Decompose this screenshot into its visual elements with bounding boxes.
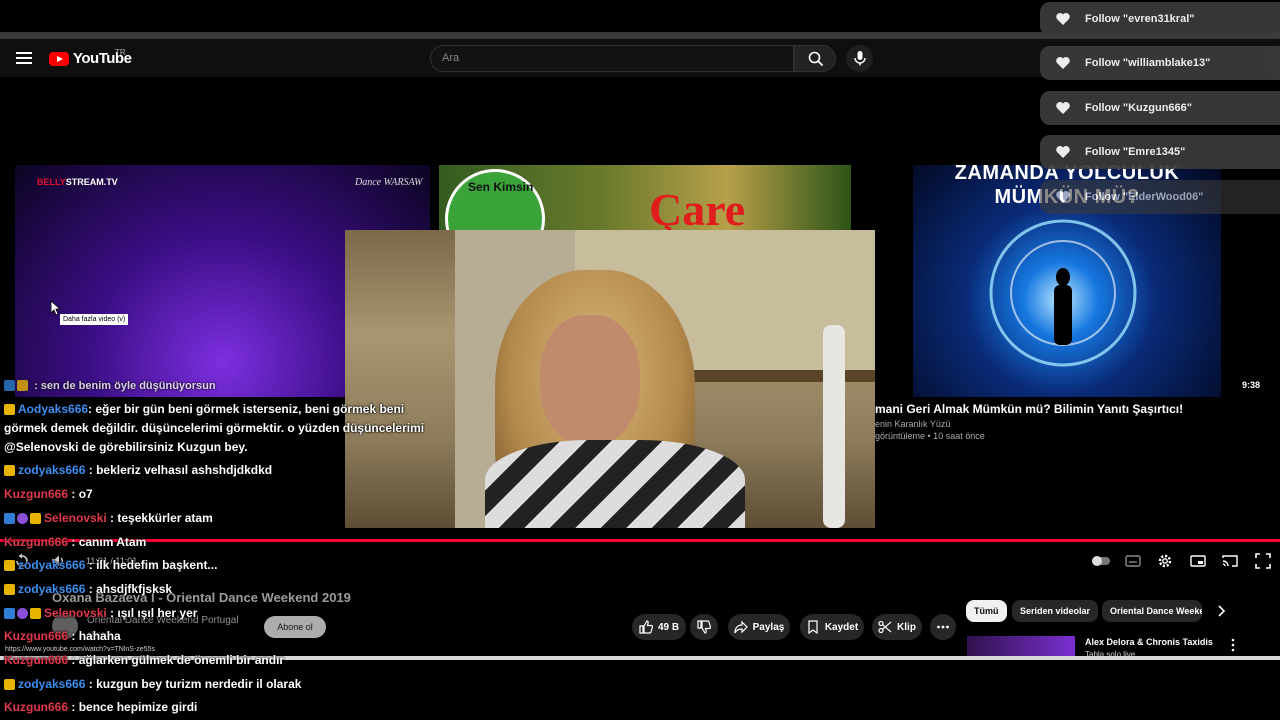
badge-icon <box>4 380 15 391</box>
chat-username: Aodyaks666 <box>18 402 89 416</box>
chat-message: zodyaks666 : kuzgun bey turizm nerdedir … <box>4 675 301 694</box>
crown-badge-icon <box>30 513 41 524</box>
chat-username: Selenovski <box>44 606 107 620</box>
chat-username: zodyaks666 <box>18 582 86 596</box>
crown-badge-icon <box>4 679 15 690</box>
crown-badge-icon <box>4 465 15 476</box>
crown-badge-icon <box>4 560 15 571</box>
subscriber-badge-icon <box>17 513 28 524</box>
chat-username: Selenovski <box>44 511 107 525</box>
chat-text: : teşekkürler atam <box>110 511 213 525</box>
chat-text: : sen de benim öyle düşünüyorsun <box>34 380 216 392</box>
chat-text: : hahaha <box>71 629 121 643</box>
chat-username: Kuzgun666 <box>4 535 69 549</box>
chat-message: Selenovski : ışıl ışıl her yer <box>4 604 197 623</box>
chat-username: Kuzgun666 <box>4 653 69 667</box>
chat-message: zodyaks666 : ilk hedefim başkent... <box>4 556 217 575</box>
chat-text: : ağlarken gülmek de önemli bir andır <box>71 653 285 667</box>
badge-icon <box>4 608 15 619</box>
crown-badge-icon <box>4 584 15 595</box>
chat-message: : sen de benim öyle düşünüyorsun <box>4 377 216 396</box>
chat-text: : canım Atam <box>71 535 147 549</box>
chat-message: Selenovski : teşekkürler atam <box>4 509 213 528</box>
chat-message: Kuzgun666 : o7 <box>4 485 93 504</box>
chat-username: zodyaks666 <box>18 463 86 477</box>
crown-badge-icon <box>4 404 15 415</box>
chat-username: zodyaks666 <box>18 558 86 572</box>
crown-badge-icon <box>17 380 28 391</box>
chat-text: : o7 <box>71 487 93 501</box>
chat-message: zodyaks666 : bekleriz velhasıl ashshdjdk… <box>4 461 272 480</box>
chat-message-long: Aodyaks666: eğer bir gün beni görmek ist… <box>4 400 444 457</box>
chat-username: zodyaks666 <box>18 677 86 691</box>
chat-overlay: : sen de benim öyle düşünüyorsun Aodyaks… <box>0 0 1280 720</box>
chat-username: Kuzgun666 <box>4 700 69 714</box>
crown-badge-icon <box>30 608 41 619</box>
chat-text: : ışıl ışıl her yer <box>110 606 198 620</box>
chat-message: Kuzgun666 : hahaha <box>4 627 121 646</box>
chat-message: zodyaks666 : ahsdjfkfjsksk <box>4 580 172 599</box>
chat-text: : bekleriz velhasıl ashshdjdkdkd <box>88 463 273 477</box>
chat-username: Kuzgun666 <box>4 487 69 501</box>
chat-text: : bence hepimize girdi <box>71 700 198 714</box>
chat-username: Kuzgun666 <box>4 629 69 643</box>
chat-message: Kuzgun666 : canım Atam <box>4 533 146 552</box>
chat-message: Kuzgun666 : ağlarken gülmek de önemli bi… <box>4 651 284 670</box>
chat-text: : ahsdjfkfjsksk <box>88 582 173 596</box>
chat-text: : kuzgun bey turizm nerdedir il olarak <box>88 677 302 691</box>
subscriber-badge-icon <box>17 608 28 619</box>
chat-message: Kuzgun666 : bence hepimize girdi <box>4 698 197 717</box>
badge-icon <box>4 513 15 524</box>
chat-text: : ilk hedefim başkent... <box>88 558 218 572</box>
